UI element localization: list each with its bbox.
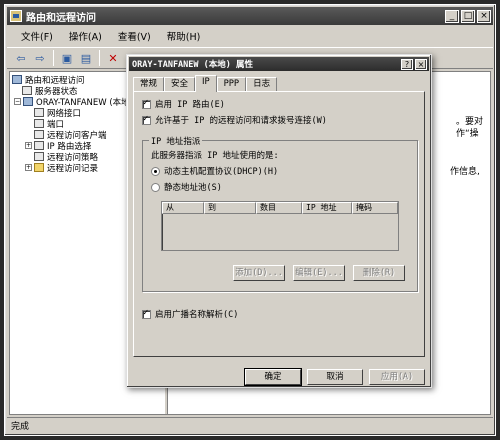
enable-ip-routing-checkbox[interactable]	[142, 98, 151, 109]
ip-assignment-legend: IP 地址指派	[149, 135, 203, 147]
menu-file[interactable]: 文件(F)	[13, 29, 61, 43]
expand-icon[interactable]: +	[25, 142, 32, 149]
tree-item-label: 远程访问记录	[47, 163, 99, 174]
edit-button[interactable]: 编辑(E)...	[293, 265, 345, 281]
tab-general[interactable]: 常规	[133, 77, 165, 92]
ok-button[interactable]: 确定	[244, 368, 302, 386]
cancel-button[interactable]: 取消	[307, 369, 363, 385]
close-button[interactable]: ×	[477, 9, 491, 23]
allow-ip-remote-access-label: 允许基于 IP 的远程访问和请求拨号连接(W)	[155, 116, 327, 126]
minimize-button[interactable]: _	[445, 9, 459, 23]
toolbar-separator	[53, 50, 54, 66]
tab-security[interactable]: 安全	[164, 77, 196, 92]
add-button[interactable]: 添加(D)...	[233, 265, 285, 281]
routing-app-icon	[10, 10, 22, 22]
dialog-title: ORAY-TANFANEW (本地) 属性	[132, 60, 253, 70]
apply-button[interactable]: 应用(A)	[369, 369, 425, 385]
router-icon	[12, 75, 22, 84]
maximize-button[interactable]: □	[461, 9, 475, 23]
server-status-icon	[22, 86, 32, 95]
tab-logging[interactable]: 日志	[246, 77, 278, 92]
ip-tab-panel: 启用 IP 路由(E) 允许基于 IP 的远程访问和请求拨号连接(W) IP 地…	[133, 91, 425, 357]
menu-bar: 文件(F) 操作(A) 查看(V) 帮助(H)	[7, 27, 493, 45]
static-pool-label: 静态地址池(S)	[164, 183, 222, 193]
menu-view[interactable]: 查看(V)	[110, 29, 159, 43]
toolbar-separator	[99, 50, 100, 66]
remove-button[interactable]: 删除(R)	[353, 265, 405, 281]
enable-ip-routing-label: 启用 IP 路由(E)	[155, 100, 225, 110]
column-to[interactable]: 到	[204, 202, 256, 214]
column-ip-address[interactable]: IP 地址	[302, 202, 352, 214]
policy-icon	[34, 152, 44, 161]
enable-ip-routing-option[interactable]: 启用 IP 路由(E)	[142, 98, 225, 110]
client-icon	[34, 130, 44, 139]
forward-arrow-icon[interactable]: ⇨	[32, 50, 48, 66]
dhcp-label: 动态主机配置协议(DHCP)(H)	[164, 167, 279, 177]
details-text: 作“操	[456, 129, 479, 139]
status-text: 完成	[11, 422, 30, 432]
dialog-close-button[interactable]: ×	[415, 58, 427, 70]
delete-icon[interactable]: ✕	[105, 50, 121, 66]
dialog-title-bar[interactable]: ORAY-TANFANEW (本地) 属性 ? ×	[129, 57, 429, 71]
column-mask[interactable]: 掩码	[352, 202, 398, 214]
tab-ip[interactable]: IP	[195, 75, 217, 92]
column-count[interactable]: 数目	[256, 202, 302, 214]
window-title: 路由和远程访问	[26, 12, 96, 24]
dhcp-radio[interactable]	[151, 166, 160, 176]
ip-assignment-prompt: 此服务器指派 IP 地址使用的是:	[151, 151, 279, 161]
ip-assignment-group: IP 地址指派 此服务器指派 IP 地址使用的是: 动态主机配置协议(DHCP)…	[142, 135, 418, 292]
expand-icon[interactable]: +	[25, 164, 32, 171]
broadcast-name-resolution-checkbox[interactable]	[142, 308, 151, 319]
help-button[interactable]: ?	[401, 58, 413, 70]
title-bar[interactable]: 路由和远程访问 _ □ ×	[7, 7, 493, 25]
collapse-icon[interactable]: −	[14, 98, 21, 105]
server-icon	[23, 97, 33, 106]
tab-ppp[interactable]: PPP	[216, 77, 247, 92]
allow-ip-remote-access-checkbox[interactable]	[142, 114, 151, 125]
address-pool-header: 从 到 数目 IP 地址 掩码	[162, 202, 398, 214]
broadcast-name-resolution-label: 启用广播名称解析(C)	[155, 310, 239, 320]
broadcast-name-resolution-option[interactable]: 启用广播名称解析(C)	[142, 308, 238, 320]
routing-icon	[34, 141, 44, 150]
tab-strip: 常规 安全 IP PPP 日志	[133, 75, 278, 92]
address-pool-list[interactable]: 从 到 数目 IP 地址 掩码	[161, 201, 399, 251]
static-pool-option[interactable]: 静态地址池(S)	[151, 181, 222, 193]
menu-help[interactable]: 帮助(H)	[159, 29, 209, 43]
allow-ip-remote-access-option[interactable]: 允许基于 IP 的远程访问和请求拨号连接(W)	[142, 114, 327, 126]
folder-icon	[34, 163, 44, 172]
dhcp-option[interactable]: 动态主机配置协议(DHCP)(H)	[151, 165, 278, 177]
port-icon	[34, 119, 44, 128]
static-pool-radio[interactable]	[151, 182, 160, 192]
details-text: 作信息,	[450, 167, 480, 177]
properties-dialog: ORAY-TANFANEW (本地) 属性 ? × 常规 安全 IP PPP 日…	[126, 54, 432, 388]
network-interface-icon	[34, 108, 44, 117]
up-folder-icon[interactable]: ▣	[59, 50, 75, 66]
show-tree-icon[interactable]: ▤	[78, 50, 94, 66]
back-arrow-icon[interactable]: ⇦	[13, 50, 29, 66]
column-from[interactable]: 从	[162, 202, 204, 214]
menu-action[interactable]: 操作(A)	[61, 29, 110, 43]
status-bar: 完成	[7, 417, 493, 433]
